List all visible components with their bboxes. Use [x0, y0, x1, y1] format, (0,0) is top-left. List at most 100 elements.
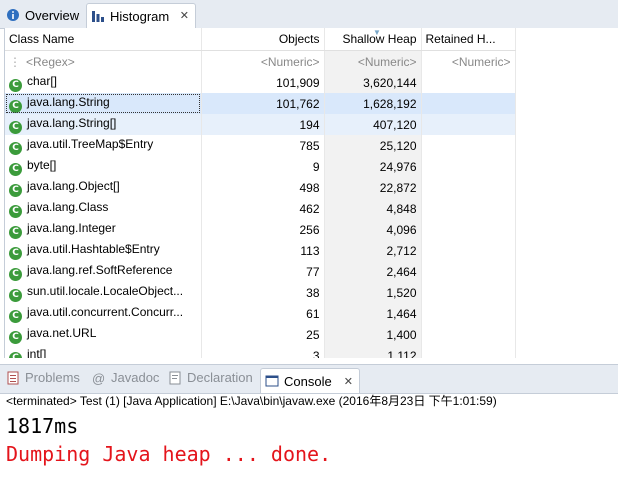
class-name-cell: Cjava.lang.String: [5, 93, 202, 114]
shallow-heap-cell: 2,712: [324, 240, 422, 261]
table-row[interactable]: Cbyte[] 9 24,976: [5, 156, 516, 177]
objects-cell: 9: [201, 156, 325, 177]
retained-heap-cell: [421, 135, 516, 156]
class-name-text: java.lang.ref.SoftReference: [27, 262, 173, 277]
retained-heap-cell: [421, 261, 516, 282]
table-row[interactable]: Cjava.lang.Object[] 498 22,872: [5, 177, 516, 198]
tab-console-label: Console: [284, 373, 332, 389]
objects-filter-input[interactable]: <Numeric>: [201, 50, 325, 72]
table-row[interactable]: Cjava.lang.String[] 194 407,120: [5, 114, 516, 135]
shallow-filter-input[interactable]: <Numeric>: [324, 50, 422, 72]
tab-problems[interactable]: Problems: [6, 370, 80, 385]
shallow-heap-cell: 407,120: [324, 114, 422, 135]
shallow-heap-cell: 1,112: [324, 345, 422, 358]
class-name-text: java.lang.String: [27, 94, 110, 109]
class-icon: C: [9, 330, 22, 344]
shallow-heap-cell: 24,976: [324, 156, 422, 177]
retained-filter-input[interactable]: <Numeric>: [421, 50, 516, 72]
objects-cell: 113: [201, 240, 325, 261]
retained-heap-cell: [421, 345, 516, 358]
class-name-cell: Cjava.net.URL: [5, 324, 202, 345]
class-name-cell: Csun.util.locale.LocaleObject...: [5, 282, 202, 303]
histogram-table-area: ▼ Class Name Objects Shallow Heap Retain…: [4, 28, 618, 358]
objects-cell: 256: [201, 219, 325, 240]
shallow-heap-cell: 22,872: [324, 177, 422, 198]
class-icon: C: [9, 309, 22, 323]
objects-cell: 77: [201, 261, 325, 282]
table-row[interactable]: Cchar[] 101,909 3,620,144: [5, 72, 516, 93]
shallow-heap-cell: 1,464: [324, 303, 422, 324]
declaration-icon: [168, 371, 182, 385]
retained-heap-cell: [421, 114, 516, 135]
filter-icon: ⋮: [9, 54, 21, 69]
table-row[interactable]: Cjava.util.TreeMap$Entry 785 25,120: [5, 135, 516, 156]
console-output[interactable]: 1817ms Dumping Java heap ... done.: [6, 412, 331, 468]
shallow-heap-cell: 3,620,144: [324, 72, 422, 93]
table-row[interactable]: Csun.util.locale.LocaleObject... 38 1,520: [5, 282, 516, 303]
histogram-table: Class Name Objects Shallow Heap Retained…: [5, 28, 516, 358]
class-name-cell: Cjava.util.Hashtable$Entry: [5, 240, 202, 261]
tab-javadoc[interactable]: @ Javadoc: [92, 370, 160, 386]
regex-filter-input[interactable]: ⋮ <Regex>: [5, 50, 202, 72]
table-row[interactable]: Cint[] 3 1,112: [5, 345, 516, 358]
javadoc-icon: @: [92, 370, 106, 386]
class-name-cell: Cjava.lang.ref.SoftReference: [5, 261, 202, 282]
objects-cell: 25: [201, 324, 325, 345]
objects-cell: 38: [201, 282, 325, 303]
retained-heap-cell: [421, 219, 516, 240]
close-icon[interactable]: ✕: [344, 375, 353, 388]
retained-heap-cell: [421, 156, 516, 177]
tab-javadoc-label: Javadoc: [111, 370, 160, 385]
table-row[interactable]: Cjava.lang.Class 462 4,848: [5, 198, 516, 219]
class-icon: C: [9, 120, 22, 134]
console-error-line: Dumping Java heap ... done.: [6, 442, 332, 466]
close-icon[interactable]: ✕: [180, 9, 189, 22]
table-row[interactable]: Cjava.util.concurrent.Concurr... 61 1,464: [5, 303, 516, 324]
class-icon: C: [9, 162, 22, 176]
class-icon: C: [9, 78, 22, 92]
sort-indicator-icon: ▼: [373, 28, 381, 37]
editor-tab-bar: Overview Histogram ✕: [0, 0, 618, 29]
class-name-text: java.util.TreeMap$Entry: [27, 136, 154, 151]
tab-histogram[interactable]: Histogram ✕: [86, 3, 196, 28]
problems-icon: [6, 371, 20, 385]
objects-cell: 194: [201, 114, 325, 135]
column-header-retained-heap[interactable]: Retained H...: [421, 28, 516, 51]
class-icon: C: [9, 351, 22, 358]
shallow-heap-cell: 25,120: [324, 135, 422, 156]
class-name-cell: Cjava.util.TreeMap$Entry: [5, 135, 202, 156]
class-icon: C: [9, 99, 22, 113]
class-name-text: java.lang.Class: [27, 199, 109, 214]
class-name-cell: Cjava.util.concurrent.Concurr...: [5, 303, 202, 324]
shallow-heap-cell: 4,096: [324, 219, 422, 240]
objects-cell: 498: [201, 177, 325, 198]
console-status-line: <terminated> Test (1) [Java Application]…: [6, 394, 497, 408]
table-row[interactable]: Cjava.lang.Integer 256 4,096: [5, 219, 516, 240]
class-name-text: java.util.Hashtable$Entry: [27, 241, 160, 256]
class-name-cell: Cjava.lang.Object[]: [5, 177, 202, 198]
shallow-heap-cell: 4,848: [324, 198, 422, 219]
console-output-line: 1817ms: [6, 414, 79, 438]
retained-heap-cell: [421, 93, 516, 114]
histogram-icon: [91, 9, 105, 23]
objects-cell: 61: [201, 303, 325, 324]
table-row[interactable]: Cjava.util.Hashtable$Entry 113 2,712: [5, 240, 516, 261]
class-name-cell: Cbyte[]: [5, 156, 202, 177]
objects-cell: 462: [201, 198, 325, 219]
table-row[interactable]: Cjava.lang.ref.SoftReference 77 2,464: [5, 261, 516, 282]
class-icon: C: [9, 204, 22, 218]
class-name-text: java.lang.Object[]: [27, 178, 120, 193]
table-row[interactable]: Cjava.lang.String 101,762 1,628,192: [5, 93, 516, 114]
shallow-heap-cell: 2,464: [324, 261, 422, 282]
column-header-class-name[interactable]: Class Name: [5, 28, 202, 51]
retained-heap-cell: [421, 282, 516, 303]
retained-heap-cell: [421, 303, 516, 324]
tab-declaration[interactable]: Declaration: [168, 370, 253, 385]
tab-console[interactable]: Console ✕: [260, 368, 360, 393]
retained-heap-cell: [421, 198, 516, 219]
tab-overview[interactable]: Overview: [6, 3, 79, 27]
retained-heap-cell: [421, 240, 516, 261]
class-name-cell: Cint[]: [5, 345, 202, 358]
column-header-objects[interactable]: Objects: [201, 28, 325, 51]
table-row[interactable]: Cjava.net.URL 25 1,400: [5, 324, 516, 345]
